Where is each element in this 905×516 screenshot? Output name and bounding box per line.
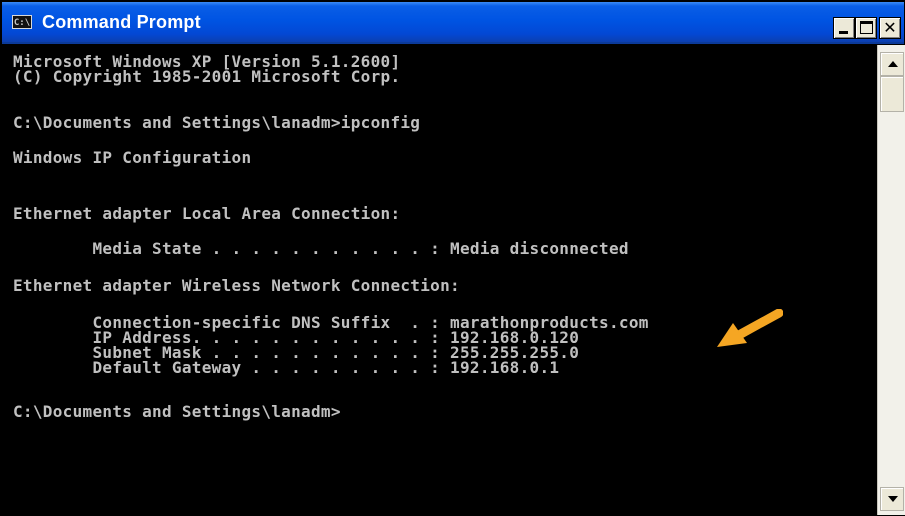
- minimize-button[interactable]: [833, 17, 855, 39]
- scroll-up-arrow-icon: [888, 61, 898, 67]
- console-line: Default Gateway . . . . . . . . . : 192.…: [13, 358, 560, 377]
- cmd-icon[interactable]: C:\: [12, 15, 32, 29]
- close-button[interactable]: ✕: [879, 17, 901, 39]
- scroll-down-arrow-icon: [888, 496, 898, 502]
- console-output[interactable]: Microsoft Windows XP [Version 5.1.2600] …: [9, 51, 876, 515]
- command-prompt-window: C:\ Command Prompt ✕ Microsoft Windows X…: [0, 0, 905, 516]
- console-line: (C) Copyright 1985-2001 Microsoft Corp.: [13, 67, 401, 86]
- console-line: C:\Documents and Settings\lanadm>ipconfi…: [13, 113, 421, 132]
- scroll-up-button[interactable]: [880, 52, 904, 76]
- console-line: Ethernet adapter Local Area Connection:: [13, 204, 401, 223]
- arrow-pointer-icon: [717, 309, 783, 347]
- console-line: Windows IP Configuration: [13, 148, 252, 167]
- scroll-thumb[interactable]: [880, 76, 904, 112]
- title-bar[interactable]: C:\ Command Prompt ✕: [2, 2, 904, 44]
- close-icon: ✕: [883, 18, 897, 37]
- console-line: Ethernet adapter Wireless Network Connec…: [13, 276, 460, 295]
- minimize-icon: [839, 31, 848, 34]
- vertical-scrollbar[interactable]: [877, 45, 905, 515]
- maximize-icon: [860, 21, 873, 34]
- scroll-down-button[interactable]: [880, 487, 904, 511]
- window-title: Command Prompt: [42, 12, 201, 32]
- maximize-button[interactable]: [855, 17, 877, 39]
- console-prompt: C:\Documents and Settings\lanadm>: [13, 402, 341, 421]
- console-line: Media State . . . . . . . . . . . : Medi…: [13, 239, 629, 258]
